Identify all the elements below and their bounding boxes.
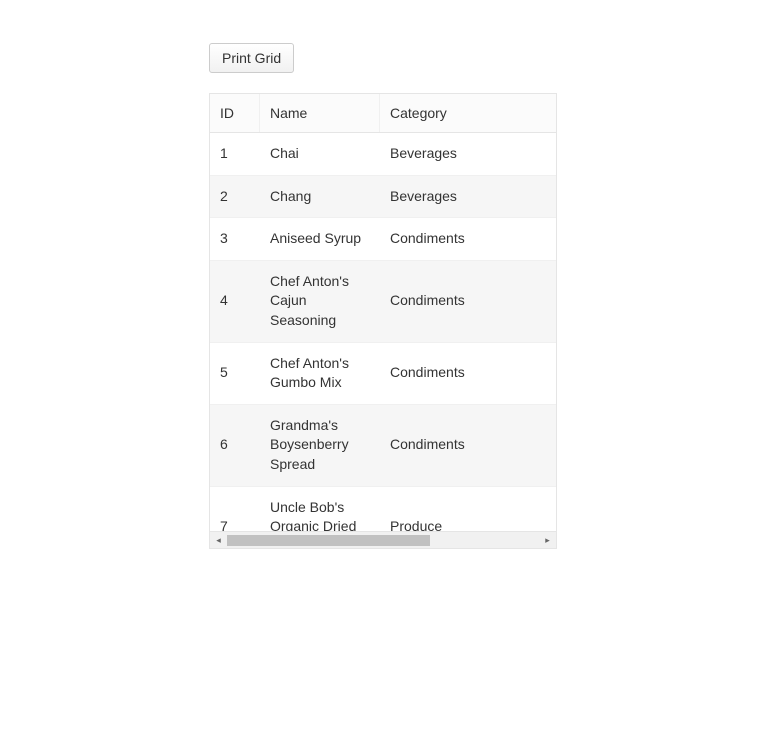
table-row[interactable]: 5 Chef Anton's Gumbo Mix Condiments — [210, 343, 556, 405]
table-row[interactable]: 7 Uncle Bob's Organic Dried Pears Produc… — [210, 487, 556, 531]
cell-id: 4 — [210, 261, 260, 342]
cell-id: 6 — [210, 405, 260, 486]
cell-name: Chai — [260, 133, 380, 175]
cell-name: Chef Anton's Cajun Seasoning — [260, 261, 380, 342]
cell-category: Produce — [380, 487, 538, 531]
scroll-track[interactable] — [227, 532, 539, 549]
column-header-category[interactable]: Category — [380, 94, 538, 132]
horizontal-scrollbar[interactable]: ◂ ▸ — [210, 531, 556, 548]
cell-id: 7 — [210, 487, 260, 531]
cell-category: Beverages — [380, 133, 538, 175]
cell-id: 5 — [210, 343, 260, 404]
column-header-name[interactable]: Name — [260, 94, 380, 132]
grid-header-row: ID Name Category — [210, 94, 556, 133]
cell-name: Aniseed Syrup — [260, 218, 380, 260]
cell-id: 2 — [210, 176, 260, 218]
cell-name: Grandma's Boysenberry Spread — [260, 405, 380, 486]
print-grid-button[interactable]: Print Grid — [209, 43, 294, 73]
scroll-right-icon[interactable]: ▸ — [539, 532, 556, 549]
cell-category: Condiments — [380, 218, 538, 260]
table-row[interactable]: 3 Aniseed Syrup Condiments — [210, 218, 556, 261]
cell-category: Condiments — [380, 261, 538, 342]
grid-body[interactable]: 1 Chai Beverages 2 Chang Beverages 3 Ani… — [210, 133, 556, 531]
cell-name: Chef Anton's Gumbo Mix — [260, 343, 380, 404]
table-row[interactable]: 6 Grandma's Boysenberry Spread Condiment… — [210, 405, 556, 487]
data-grid: ID Name Category 1 Chai Beverages 2 Chan… — [209, 93, 557, 549]
cell-category: Condiments — [380, 405, 538, 486]
cell-id: 1 — [210, 133, 260, 175]
cell-name: Uncle Bob's Organic Dried Pears — [260, 487, 380, 531]
cell-category: Condiments — [380, 343, 538, 404]
cell-id: 3 — [210, 218, 260, 260]
table-row[interactable]: 4 Chef Anton's Cajun Seasoning Condiment… — [210, 261, 556, 343]
scroll-thumb[interactable] — [227, 535, 430, 546]
cell-category: Beverages — [380, 176, 538, 218]
scroll-left-icon[interactable]: ◂ — [210, 532, 227, 549]
table-row[interactable]: 2 Chang Beverages — [210, 176, 556, 219]
table-row[interactable]: 1 Chai Beverages — [210, 133, 556, 176]
cell-name: Chang — [260, 176, 380, 218]
column-header-id[interactable]: ID — [210, 94, 260, 132]
